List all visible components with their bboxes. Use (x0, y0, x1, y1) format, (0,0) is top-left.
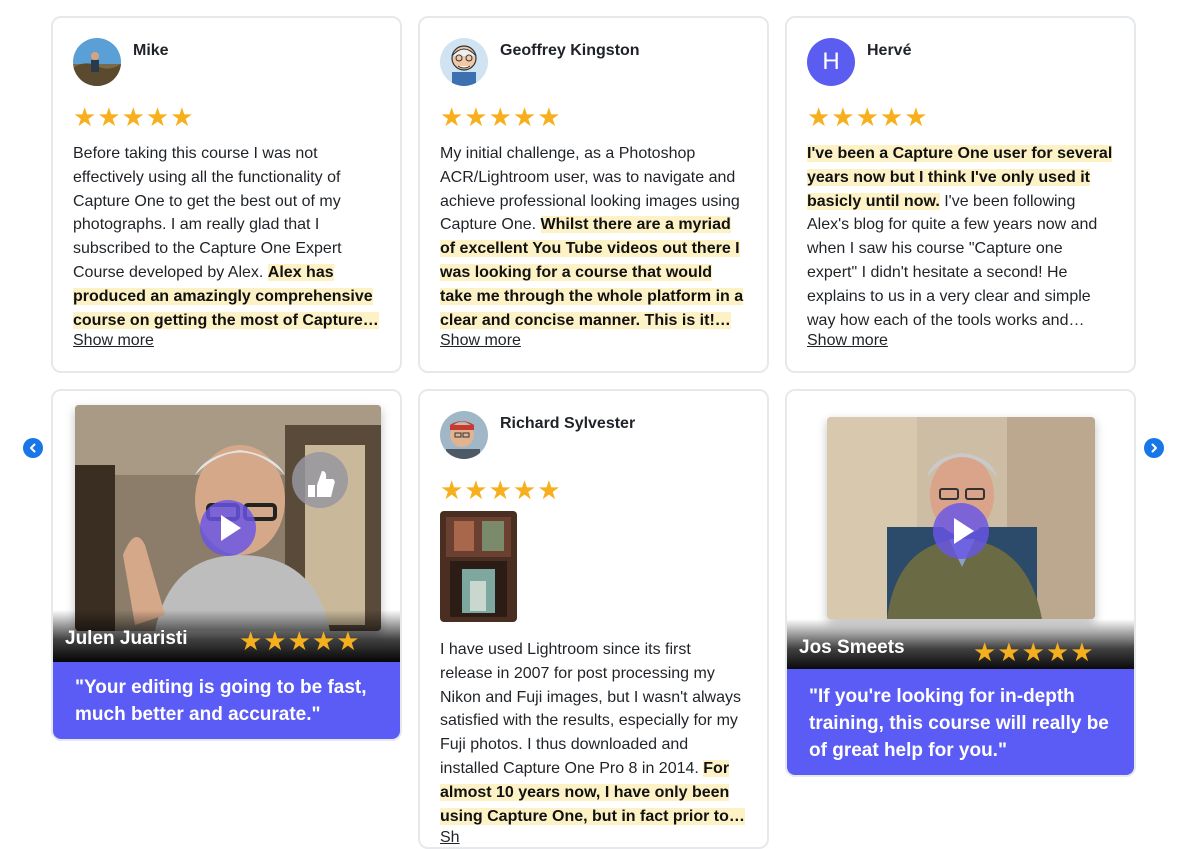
show-more-link[interactable]: Show more (73, 332, 154, 350)
review-card: Mike ★★★★★ Before taking this course I w… (51, 16, 402, 373)
review-text-plain: I've been following Alex's blog for quit… (807, 192, 1098, 329)
avatar (440, 38, 488, 86)
review-text: I have used Lightroom since its first re… (440, 638, 747, 828)
reviewer-name: Richard Sylvester (500, 415, 636, 432)
video-quote: "If you're looking for in-depth training… (787, 669, 1134, 775)
play-button[interactable] (933, 503, 989, 559)
review-card: Geoffrey Kingston ★★★★★ My initial chall… (418, 16, 769, 373)
video-person-name: Julen Juaristi (65, 628, 188, 649)
review-text: Before taking this course I was not effe… (73, 142, 380, 332)
reviewer-name: Geoffrey Kingston (500, 42, 640, 59)
star-rating: ★★★★★ (973, 637, 1095, 667)
avatar (73, 38, 121, 86)
video-caption-bar: Jos Smeets ★★★★★ (787, 619, 1134, 673)
show-more-link[interactable]: Show more (807, 332, 888, 350)
chevron-right-icon (1151, 443, 1157, 453)
star-rating: ★★★★★ (440, 102, 562, 132)
star-rating: ★★★★★ (440, 475, 562, 505)
review-text-plain: I have used Lightroom since its first re… (440, 641, 741, 777)
video-thumbnail[interactable] (827, 417, 1095, 619)
review-text: My initial challenge, as a Photoshop ACR… (440, 142, 747, 332)
star-rating: ★★★★★ (73, 102, 195, 132)
review-photo[interactable] (440, 511, 517, 622)
review-text: I've been a Capture One user for several… (807, 142, 1114, 332)
next-arrow-button[interactable] (1144, 438, 1164, 458)
chevron-left-icon (30, 443, 36, 453)
video-caption-bar: Julen Juaristi ★★★★★ (53, 610, 400, 664)
play-button[interactable] (200, 500, 256, 556)
avatar: H (807, 38, 855, 86)
star-rating: ★★★★★ (807, 102, 929, 132)
video-testimonial-card: Julen Juaristi ★★★★★ "Your editing is go… (51, 389, 402, 741)
reviewer-name: Mike (133, 42, 169, 59)
video-quote: "Your editing is going to be fast, much … (53, 662, 400, 739)
reviewer-name: Hervé (867, 42, 912, 59)
review-card: Richard Sylvester ★★★★★ I have used Ligh… (418, 389, 769, 849)
video-testimonial-card: Jos Smeets ★★★★★ "If you're looking for … (785, 389, 1136, 777)
avatar (440, 411, 488, 459)
show-more-link[interactable]: Show more (440, 332, 521, 350)
review-card: H Hervé ★★★★★ I've been a Capture One us… (785, 16, 1136, 373)
review-text-plain: Before taking this course I was not effe… (73, 145, 342, 281)
video-thumbnail[interactable] (75, 405, 381, 631)
star-rating: ★★★★★ (239, 626, 361, 656)
show-more-link[interactable]: Sh (440, 829, 460, 847)
video-person-name: Jos Smeets (799, 637, 905, 658)
prev-arrow-button[interactable] (23, 438, 43, 458)
